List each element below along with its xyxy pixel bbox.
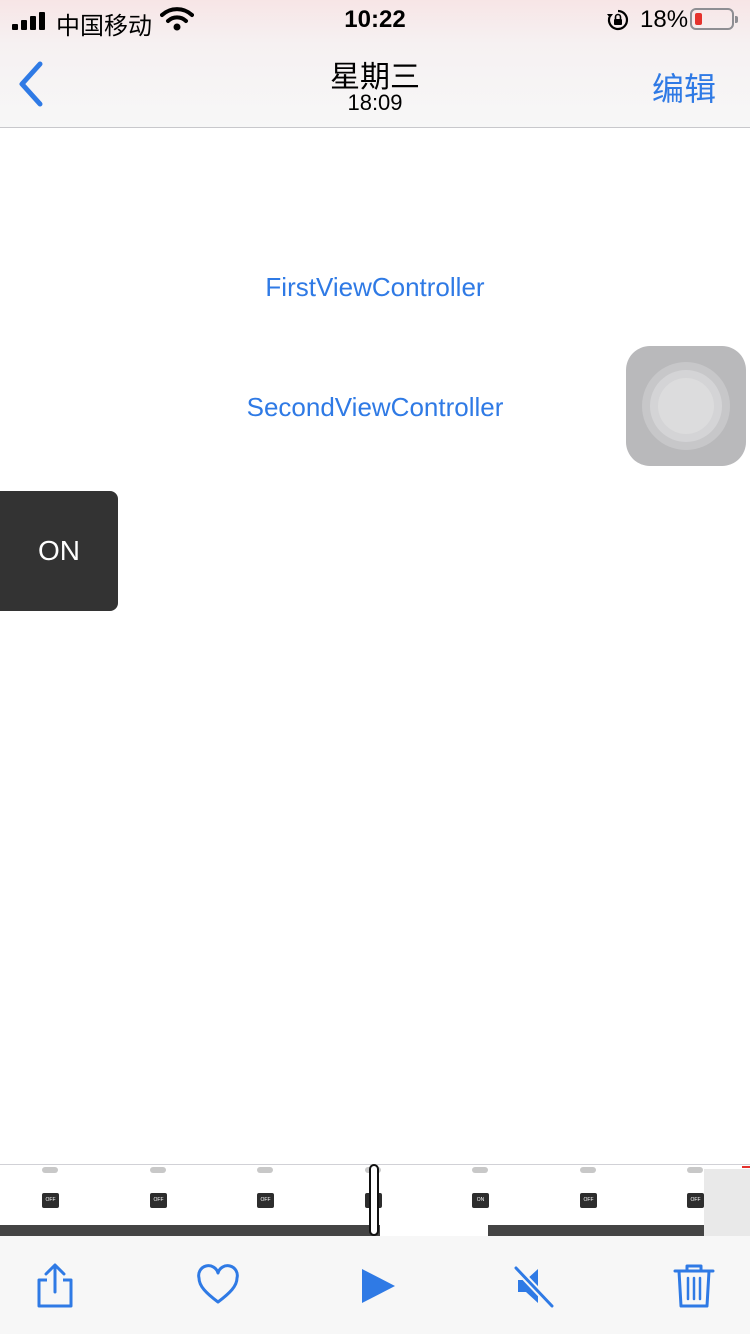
- edit-button[interactable]: 编辑: [652, 64, 716, 110]
- scrubber-frame-bar: [0, 1225, 380, 1236]
- scrubber-frame-pill: [580, 1167, 596, 1173]
- scrubber-frame-pill: [42, 1167, 58, 1173]
- assistive-touch-button[interactable]: [626, 346, 746, 466]
- navigation-header: 中国移动 10:22 18% 星期三 18:09 编辑: [0, 0, 750, 128]
- scrubber-frame-bar: [488, 1225, 704, 1236]
- rotation-lock-icon: [607, 9, 629, 31]
- scrubber-frame-thumb: OFF: [257, 1193, 274, 1208]
- page-subtitle: 18:09: [347, 90, 403, 115]
- scrubber-frame-pill: [687, 1167, 703, 1173]
- clock: 10:22: [344, 6, 406, 33]
- heart-icon[interactable]: [196, 1262, 240, 1310]
- scrubber-frame-pill: [472, 1167, 488, 1173]
- scrubber-end-frame: [704, 1169, 750, 1236]
- battery-percent: 18%: [640, 6, 689, 33]
- speaker-muted-icon[interactable]: [512, 1262, 556, 1310]
- scrubber-frame-pill: [150, 1167, 166, 1173]
- photo-viewer-screen: 中国移动 10:22 18% 星期三 18:09 编辑 FirstViewCon…: [0, 0, 750, 1334]
- status-bar: 中国移动 10:22 18%: [0, 0, 750, 40]
- battery-icon: [690, 8, 738, 30]
- scrubber-frame-thumb: ON: [472, 1193, 489, 1208]
- scrubber-frame-pill: [257, 1167, 273, 1173]
- scrubber-playhead[interactable]: [369, 1164, 379, 1236]
- scrubber-end-marker: [742, 1166, 750, 1168]
- first-view-controller-link[interactable]: FirstViewController: [0, 272, 750, 303]
- bottom-toolbar: [0, 1236, 750, 1334]
- share-icon[interactable]: [33, 1262, 77, 1310]
- scrubber-frame-thumb: OFF: [42, 1193, 59, 1208]
- play-icon[interactable]: [356, 1262, 400, 1310]
- toggle-on-button[interactable]: ON: [0, 491, 118, 611]
- trash-icon[interactable]: [672, 1262, 716, 1310]
- scrubber-frame-thumb: OFF: [687, 1193, 704, 1208]
- scrubber-frame-thumb: OFF: [580, 1193, 597, 1208]
- scrubber-frame-thumb: OFF: [150, 1193, 167, 1208]
